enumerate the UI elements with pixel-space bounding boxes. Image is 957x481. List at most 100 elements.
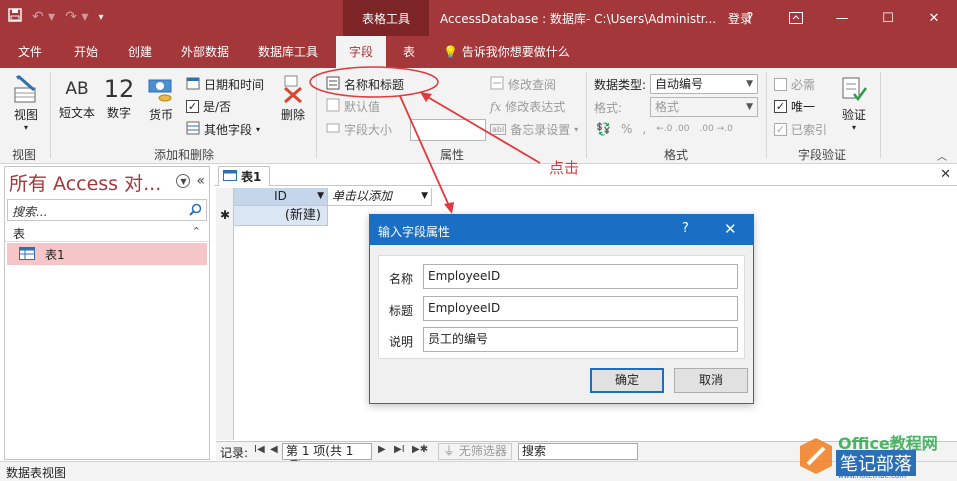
collapse-group-icon[interactable]: ⌃ xyxy=(192,225,201,238)
document-tabs: 表1 ✕ xyxy=(214,166,957,186)
restore-button[interactable]: ☐ xyxy=(865,0,911,36)
dialog-close-button[interactable]: ✕ xyxy=(724,220,737,238)
new-record-marker: ✱ xyxy=(220,208,231,222)
record-search-input[interactable]: 搜索 xyxy=(518,443,638,460)
nav-group-label: 表 xyxy=(13,227,26,241)
validation-button[interactable]: 验证 ▾ xyxy=(836,74,872,132)
document-tab-table1[interactable]: 表1 xyxy=(218,166,270,186)
ribbon-display-icon[interactable] xyxy=(773,0,819,36)
tab-table[interactable]: 表 xyxy=(392,36,426,68)
unique-checkbox[interactable]: ✓ 唯一 xyxy=(774,98,815,115)
column-header-id[interactable]: ID ▼ xyxy=(234,188,328,206)
cancel-button[interactable]: 取消 xyxy=(674,368,748,393)
modify-expression-button[interactable]: fx 修改表达式 xyxy=(490,98,565,115)
chevron-down-icon[interactable]: ▼ xyxy=(421,188,428,205)
nav-pane-title[interactable]: 所有 Access 对... xyxy=(9,169,161,196)
comma-format-icon[interactable]: , xyxy=(642,122,646,136)
filter-icon: ⏚ xyxy=(443,444,456,458)
chevron-down-icon[interactable]: ▼ xyxy=(317,188,324,205)
default-value-button[interactable]: 默认值 xyxy=(326,98,380,115)
save-icon[interactable] xyxy=(8,8,22,26)
help-button[interactable]: ? xyxy=(727,0,773,36)
field-size-input[interactable] xyxy=(410,119,486,141)
currency-format-icon[interactable]: 💱 xyxy=(596,122,611,136)
next-record-icon[interactable]: ▶ xyxy=(378,444,386,455)
nav-item-label: 表1 xyxy=(45,248,65,262)
modify-lookups-button[interactable]: 修改查阅 xyxy=(490,76,556,93)
last-record-icon[interactable]: ▶I xyxy=(394,444,405,455)
search-icon[interactable] xyxy=(189,203,202,219)
format-label: 格式: xyxy=(594,101,623,115)
column-header-click-to-add[interactable]: 单击以添加 ▼ xyxy=(328,188,432,206)
view-button[interactable]: 视图 ▾ xyxy=(8,74,44,132)
yesno-button[interactable]: ✓ 是/否 xyxy=(186,98,231,115)
nav-search-input[interactable]: 搜索... xyxy=(7,199,207,221)
new-record-icon[interactable]: ▶✱ xyxy=(412,444,428,455)
close-document-icon[interactable]: ✕ xyxy=(940,167,951,182)
more-fields-button[interactable]: 其他字段 ▾ xyxy=(186,121,260,138)
current-record-field[interactable]: 第 1 项(共 1 项) xyxy=(282,443,372,473)
nav-group-tables[interactable]: 表 ⌃ xyxy=(5,224,209,242)
name-caption-button[interactable]: 名称和标题 xyxy=(326,76,404,93)
number-button[interactable]: 12 数字 xyxy=(100,74,138,121)
customize-qat-icon[interactable]: ▾ xyxy=(98,12,103,23)
enter-field-properties-dialog: 输入字段属性 ? ✕ 名称 EmployeeID 标题 EmployeeID 说… xyxy=(369,214,754,404)
required-check-icon xyxy=(774,78,787,91)
increase-decimal-icon[interactable]: ←.0 .00 xyxy=(656,124,689,134)
number-label: 数字 xyxy=(106,106,131,120)
lightbulb-icon: 💡 xyxy=(443,45,458,59)
memo-settings-button[interactable]: abl 备忘录设置 ▾ xyxy=(490,121,578,138)
close-button[interactable]: ✕ xyxy=(911,0,957,36)
separator xyxy=(880,72,881,158)
tell-me-box[interactable]: 💡 告诉我你想要做什么 xyxy=(443,36,570,68)
previous-record-icon[interactable]: ◀ xyxy=(270,444,278,455)
first-record-icon[interactable]: I◀ xyxy=(254,444,265,455)
table-tools-context-tab: 表格工具 xyxy=(343,0,429,36)
table-icon xyxy=(223,169,237,184)
format-select[interactable]: 格式 ▼ xyxy=(650,97,758,117)
indexed-checkbox[interactable]: ✓ 已索引 xyxy=(774,121,827,138)
new-record-cell[interactable]: (新建) xyxy=(234,206,328,226)
tab-external-data[interactable]: 外部数据 xyxy=(170,36,240,68)
filter-indicator[interactable]: ⏚ 无筛选器 xyxy=(438,443,512,460)
name-caption-icon xyxy=(326,76,340,93)
undo-icon[interactable]: ↶ ▾ xyxy=(32,9,55,25)
tab-home[interactable]: 开始 xyxy=(62,36,110,68)
watermark-url: www.notetribe.com xyxy=(838,472,907,480)
validation-icon xyxy=(842,77,868,102)
window-controls: ? — ☐ ✕ xyxy=(727,0,957,36)
column-header-label: 单击以添加 xyxy=(332,189,393,203)
row-selector-column[interactable] xyxy=(216,188,234,440)
tab-database-tools[interactable]: 数据库工具 xyxy=(248,36,328,68)
format-value: 格式 xyxy=(655,100,680,114)
redo-icon[interactable]: ↷ ▾ xyxy=(65,9,88,25)
caption-label: 标题 xyxy=(389,304,414,318)
nav-menu-chevron-icon[interactable]: ▼ xyxy=(176,174,191,188)
percent-format-button[interactable]: % xyxy=(621,122,632,136)
memo-settings-dropdown-icon: ▾ xyxy=(574,125,579,134)
description-field[interactable]: 员工的编号 xyxy=(423,327,738,352)
name-field[interactable]: EmployeeID xyxy=(423,264,738,289)
ok-button[interactable]: 确定 xyxy=(590,368,664,393)
tab-file[interactable]: 文件 xyxy=(8,36,52,68)
ribbon: 视图 ▾ 视图 AB 短文本 12 数字 货币 日期和时间 ✓ 是/否 其他字段… xyxy=(0,68,957,164)
tab-fields[interactable]: 字段 xyxy=(336,36,386,68)
decrease-decimal-icon[interactable]: .00 →.0 xyxy=(700,124,733,134)
dialog-title-bar[interactable]: 输入字段属性 ? ✕ xyxy=(370,215,753,245)
datetime-button[interactable]: 日期和时间 xyxy=(186,76,264,93)
caption-field[interactable]: EmployeeID xyxy=(423,296,738,321)
required-checkbox[interactable]: 必需 xyxy=(774,76,815,93)
short-text-button[interactable]: AB 短文本 xyxy=(56,74,98,121)
minimize-button[interactable]: — xyxy=(819,0,865,36)
collapse-pane-icon[interactable]: « xyxy=(196,173,205,189)
navigation-pane: 所有 Access 对... ▼ « 搜索... 表 ⌃ 表1 xyxy=(4,166,210,460)
delete-field-button[interactable]: 删除 xyxy=(276,74,310,123)
nav-item-table1[interactable]: 表1 xyxy=(7,243,207,265)
tab-create[interactable]: 创建 xyxy=(116,36,164,68)
filter-label: 无筛选器 xyxy=(458,444,507,458)
collapse-ribbon-icon[interactable]: ︿ xyxy=(937,148,947,163)
data-type-select[interactable]: 自动编号 ▼ xyxy=(650,74,758,94)
indexed-label: 已索引 xyxy=(791,123,828,137)
dialog-help-button[interactable]: ? xyxy=(682,221,689,236)
currency-button[interactable]: 货币 xyxy=(142,74,180,123)
